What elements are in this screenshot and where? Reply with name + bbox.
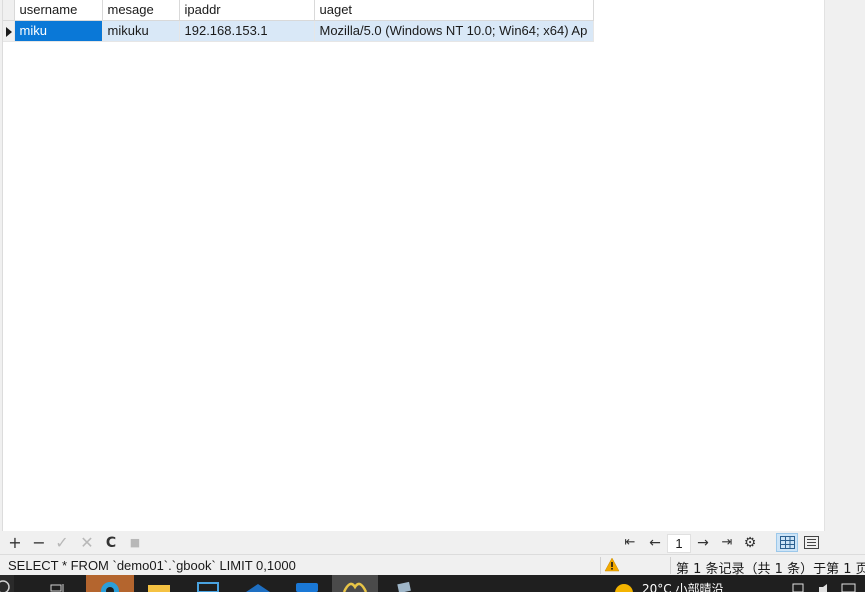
left-edge: [0, 0, 3, 531]
edge-browser-icon[interactable]: [86, 575, 134, 592]
grid-view-button[interactable]: [776, 533, 798, 552]
network-icon[interactable]: [790, 575, 806, 592]
table-row[interactable]: miku mikuku 192.168.153.1 Mozilla/5.0 (W…: [3, 20, 594, 42]
column-header-mesage[interactable]: mesage: [102, 0, 180, 21]
app-p-icon[interactable]: [294, 575, 322, 592]
cell-ipaddr[interactable]: 192.168.153.1: [179, 20, 315, 42]
cell-username[interactable]: miku: [14, 20, 103, 42]
right-gutter: [824, 0, 865, 531]
form-view-button[interactable]: [800, 533, 822, 552]
last-page-icon[interactable]: ⇥: [717, 533, 737, 552]
plus-icon[interactable]: +: [5, 533, 25, 552]
status-divider: [600, 557, 601, 574]
column-header-username[interactable]: username: [14, 0, 103, 21]
column-header-ipaddr[interactable]: ipaddr: [179, 0, 315, 21]
result-grid-area: username mesage ipaddr uaget miku mikuku…: [0, 0, 865, 531]
stop-icon[interactable]: ■: [125, 533, 145, 552]
column-header-uaget[interactable]: uaget: [314, 0, 594, 21]
volume-icon[interactable]: [816, 575, 832, 592]
refresh-icon[interactable]: C: [101, 533, 121, 552]
navicat-icon[interactable]: [332, 575, 378, 592]
file-explorer-icon[interactable]: [146, 575, 174, 592]
toolbar-fill: [824, 531, 865, 554]
cell-mesage[interactable]: mikuku: [102, 20, 180, 42]
grid-corner[interactable]: [3, 0, 15, 21]
search-icon[interactable]: [0, 575, 14, 592]
status-bar: SELECT * FROM `demo01`.`gbook` LIMIT 0,1…: [0, 554, 865, 577]
notepad-icon[interactable]: [392, 575, 420, 592]
gear-icon[interactable]: ⚙: [740, 533, 760, 552]
status-divider: [670, 557, 671, 574]
task-view-icon[interactable]: [44, 575, 70, 592]
result-grid[interactable]: username mesage ipaddr uaget miku mikuku…: [3, 0, 594, 42]
minus-icon[interactable]: −: [29, 533, 49, 552]
row-marker[interactable]: [3, 20, 15, 42]
store-icon[interactable]: [196, 575, 224, 592]
current-row-arrow-icon: [6, 26, 12, 37]
first-page-icon[interactable]: ⇤: [620, 533, 640, 552]
weather-icon[interactable]: [612, 575, 636, 592]
page-number-input[interactable]: 1: [667, 534, 691, 553]
cell-uaget[interactable]: Mozilla/5.0 (Windows NT 10.0; Win64; x64…: [314, 20, 594, 42]
cross-icon[interactable]: ✕: [77, 533, 97, 552]
grid-header-row: username mesage ipaddr uaget: [3, 0, 594, 21]
warning-icon[interactable]: [604, 557, 620, 575]
sql-query-text: SELECT * FROM `demo01`.`gbook` LIMIT 0,1…: [8, 558, 296, 573]
grid-view-icon: [779, 536, 795, 549]
grid-toolbar: + − ✓ ✕ C ■ ⇤ ← 1 → ⇥ ⚙: [0, 531, 824, 554]
input-method-icon[interactable]: [838, 575, 860, 592]
windows-taskbar: 20°C 小部晴沿: [0, 575, 865, 592]
weather-text: 20°C 小部晴沿: [642, 582, 724, 592]
form-view-icon: [803, 536, 819, 549]
check-icon[interactable]: ✓: [52, 533, 72, 552]
next-page-icon[interactable]: →: [693, 533, 713, 552]
app-icon[interactable]: [244, 575, 272, 592]
previous-page-icon[interactable]: ←: [645, 533, 665, 552]
